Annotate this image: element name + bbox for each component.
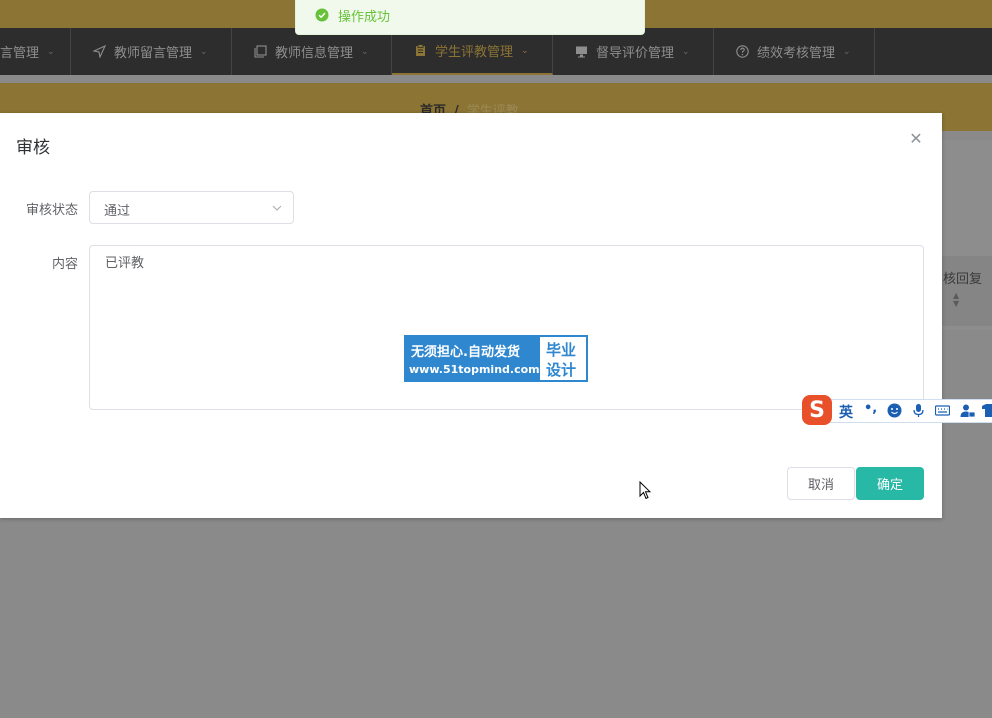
chevron-down-icon: ⌄ [682, 46, 690, 57]
clipboard-icon [414, 44, 427, 57]
nav-item-teacher-messages[interactable]: 教师留言管理 ⌄ [71, 28, 232, 75]
watermark-logo: 无须担心.自动发货 www.51topmind.com 毕业 设计 [404, 335, 588, 382]
status-select[interactable]: 通过 [89, 191, 294, 224]
nav-item-performance[interactable]: 绩效考核管理 ⌄ [714, 28, 875, 75]
watermark-line2: www.51topmind.com [409, 363, 540, 376]
ime-language-toggle[interactable]: 英 [839, 402, 853, 422]
watermark-left-panel: 无须担心.自动发货 www.51topmind.com [406, 337, 540, 380]
content-label: 内容 [52, 257, 79, 272]
watermark-right1: 毕业 [546, 341, 577, 359]
nav-item-messages[interactable]: 言管理 ⌄ [0, 28, 71, 75]
copy-icon [254, 45, 267, 58]
dialog-title: 审核 [16, 138, 50, 158]
nav-item-label: 学生评教管理 [435, 45, 514, 60]
nav-item-student-evaluation[interactable]: 学生评教管理 ⌄ [392, 28, 553, 75]
nav-item-supervisor-evaluation[interactable]: 督导评价管理 ⌄ [553, 28, 714, 75]
content-textarea-value: 已评教 [105, 256, 145, 271]
keyboard-icon[interactable] [934, 403, 951, 418]
watermark-line1: 无须担心.自动发货 [411, 345, 520, 360]
chevron-down-icon: ⌄ [843, 46, 851, 57]
success-toast: 操作成功 [295, 0, 645, 35]
nav-item-label: 言管理 [0, 46, 40, 61]
chevron-down-icon: ⌄ [47, 46, 55, 57]
shirt-icon[interactable] [982, 403, 992, 418]
sort-icon[interactable]: ▲ ▼ [953, 292, 959, 308]
content-textarea[interactable]: 已评教 [89, 245, 924, 410]
ime-toolbar[interactable]: S 英 •, [800, 394, 992, 426]
table-column-header[interactable]: 核回复 [943, 268, 982, 287]
user-icon[interactable] [960, 403, 976, 418]
nav-item-teacher-info[interactable]: 教师信息管理 ⌄ [232, 28, 392, 75]
divider [0, 75, 992, 83]
ime-logo[interactable]: S [802, 395, 832, 425]
send-icon [93, 45, 106, 58]
background-table-header [942, 256, 992, 326]
monitor-icon [575, 45, 588, 58]
watermark-right2: 设计 [546, 361, 577, 379]
success-check-icon [315, 7, 329, 22]
close-icon[interactable]: ✕ [906, 128, 926, 148]
confirm-button[interactable]: 确定 [856, 467, 924, 500]
status-select-value: 通过 [104, 204, 131, 219]
emoji-icon[interactable] [887, 403, 902, 418]
microphone-icon[interactable] [911, 403, 926, 418]
chevron-down-icon: ⌄ [200, 46, 208, 57]
nav-item-label: 绩效考核管理 [757, 46, 836, 61]
nav-item-label: 督导评价管理 [596, 46, 675, 61]
nav-item-label: 教师留言管理 [114, 46, 193, 61]
chevron-down-icon: ⌄ [361, 46, 369, 57]
chevron-down-icon: ⌄ [521, 45, 529, 56]
mouse-cursor-icon [639, 480, 652, 500]
status-label: 审核状态 [26, 203, 79, 218]
cancel-button[interactable]: 取消 [787, 467, 855, 500]
chevron-down-icon [271, 199, 283, 211]
question-circle-icon [736, 45, 749, 58]
toast-message: 操作成功 [338, 10, 391, 25]
ime-punctuation-toggle[interactable]: •, [864, 401, 877, 416]
main-navigation: 言管理 ⌄ 教师留言管理 ⌄ 教师信息管理 ⌄ 学生评教管理 ⌄ 督导评价管理 … [0, 28, 992, 75]
nav-item-label: 教师信息管理 [275, 46, 354, 61]
